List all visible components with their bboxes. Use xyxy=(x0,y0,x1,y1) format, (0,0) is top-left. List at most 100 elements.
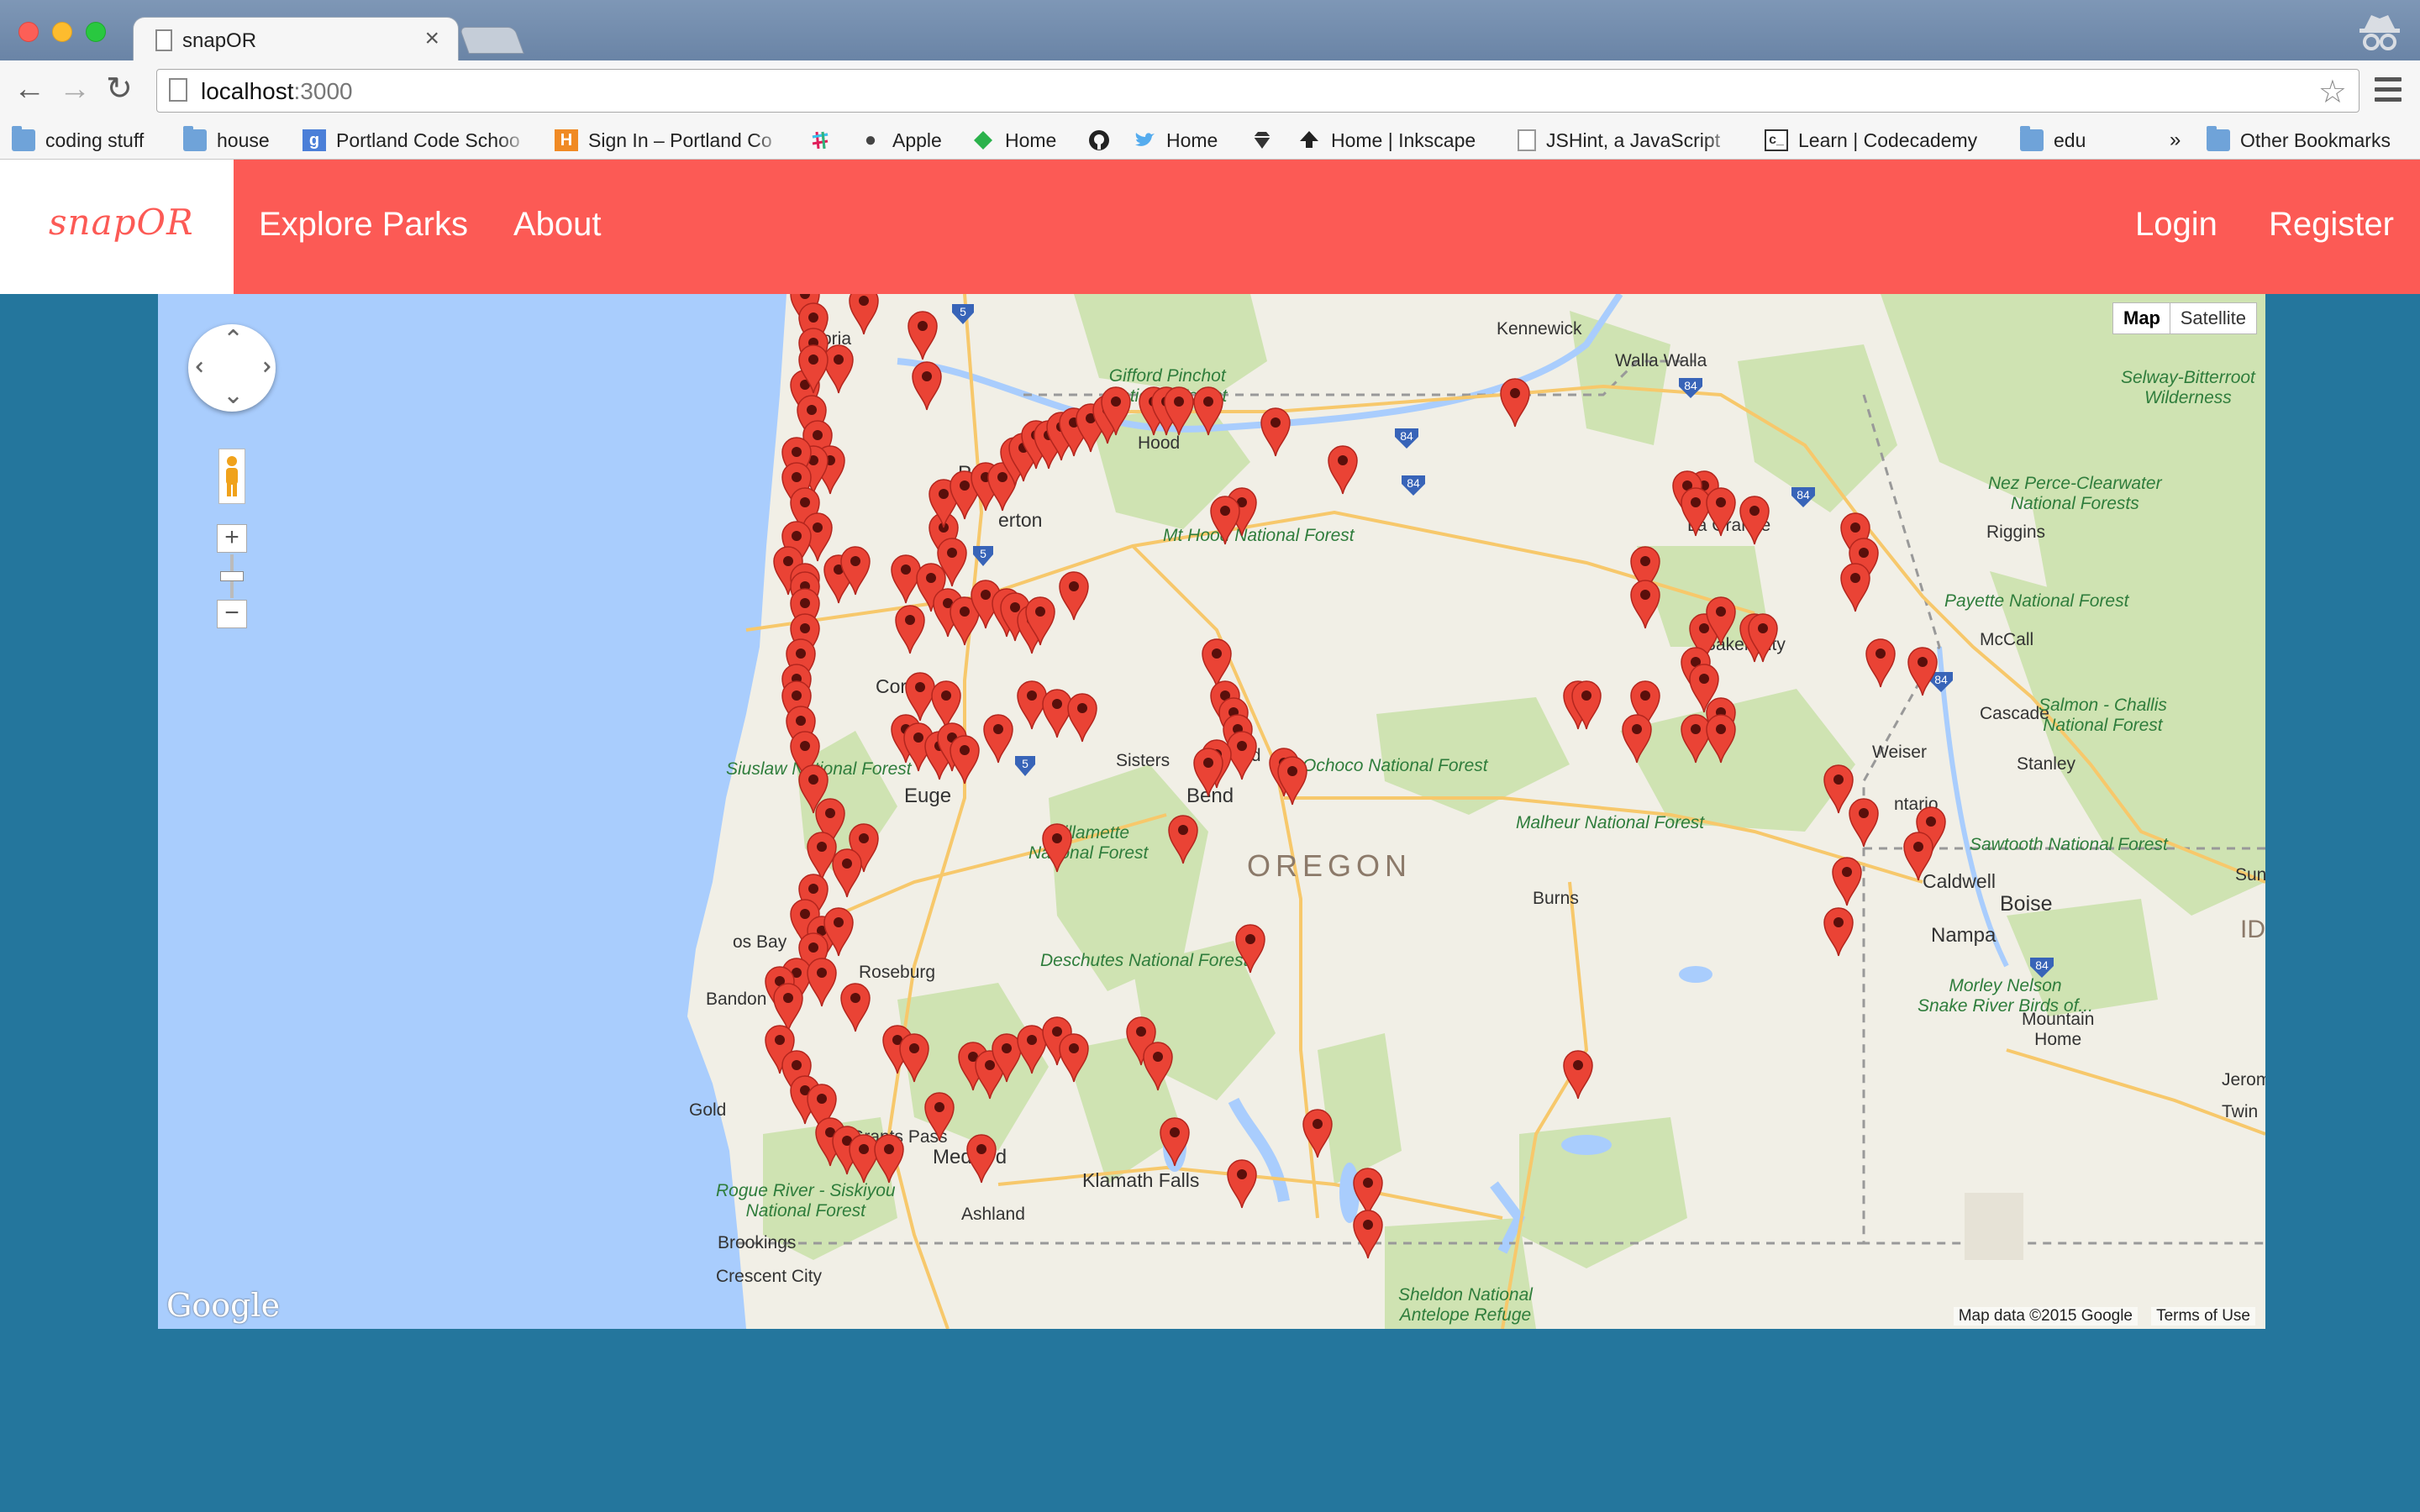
parks-map[interactable]: 5 84 84 84 5 5 84 84 84 Kennewick Walla … xyxy=(158,294,2265,1329)
bookmark-slack[interactable] xyxy=(808,126,837,155)
park-marker[interactable] xyxy=(1065,690,1100,743)
nav-explore-parks[interactable]: Explore Parks xyxy=(259,203,468,245)
park-marker[interactable] xyxy=(1165,811,1201,865)
new-tab-button[interactable] xyxy=(459,27,524,54)
park-marker[interactable] xyxy=(829,845,865,899)
browser-tab-active[interactable]: snapOR × xyxy=(133,17,459,62)
park-marker[interactable] xyxy=(1275,753,1310,806)
window-close-button[interactable] xyxy=(18,22,39,42)
pan-right-icon[interactable]: ⌃ xyxy=(246,356,274,377)
park-marker[interactable] xyxy=(1737,492,1772,546)
park-marker[interactable] xyxy=(1838,559,1873,613)
park-marker[interactable] xyxy=(1829,853,1865,907)
bookmark-coding-stuff[interactable]: coding stuff xyxy=(12,126,163,155)
park-marker[interactable] xyxy=(1023,593,1058,647)
park-marker[interactable] xyxy=(1056,568,1092,622)
park-marker[interactable] xyxy=(1191,744,1226,798)
street-view-pegman-icon[interactable] xyxy=(218,449,245,504)
zoom-out-button[interactable]: − xyxy=(217,600,247,628)
pan-left-icon[interactable]: ⌃ xyxy=(193,356,221,377)
map-type-satellite-button[interactable]: Satellite xyxy=(2169,302,2257,334)
park-marker[interactable] xyxy=(1258,404,1293,458)
park-marker[interactable] xyxy=(1628,576,1663,630)
park-marker[interactable] xyxy=(981,711,1016,764)
bookmark-jshint[interactable]: JSHint, a JavaScript xyxy=(1518,126,1738,155)
park-marker[interactable] xyxy=(1846,795,1881,848)
bookmark-portland-code-school[interactable]: g Portland Code Schoo xyxy=(302,126,531,155)
map-terms-link[interactable]: Terms of Use xyxy=(2151,1307,2255,1326)
brand-logo[interactable]: snapOR xyxy=(0,160,234,294)
park-marker[interactable] xyxy=(1686,660,1722,714)
park-marker[interactable] xyxy=(1039,820,1075,874)
park-marker[interactable] xyxy=(1350,1206,1386,1260)
park-marker[interactable] xyxy=(838,979,873,1033)
window-maximize-button[interactable] xyxy=(86,22,106,42)
back-arrow-icon[interactable]: ← xyxy=(13,72,45,106)
park-marker[interactable] xyxy=(804,954,839,1008)
bookmark-edu[interactable]: edu xyxy=(2020,126,2104,155)
park-marker[interactable] xyxy=(1140,1038,1176,1092)
park-marker[interactable] xyxy=(892,601,928,655)
forward-arrow-icon[interactable]: → xyxy=(59,72,91,106)
nav-about[interactable]: About xyxy=(513,203,602,245)
park-marker[interactable] xyxy=(1821,904,1856,958)
address-url[interactable]: localhost:3000 xyxy=(201,78,353,105)
bookmark-github[interactable] xyxy=(1087,126,1116,155)
park-marker[interactable] xyxy=(1207,492,1243,546)
reload-icon[interactable]: ↻ xyxy=(106,72,133,106)
park-marker[interactable] xyxy=(871,1131,907,1184)
bookmark-apple[interactable]: ● Apple xyxy=(859,126,951,155)
park-marker[interactable] xyxy=(1863,635,1898,689)
park-marker[interactable] xyxy=(922,1089,957,1142)
park-marker[interactable] xyxy=(1905,643,1940,697)
bookmarks-overflow-chevron[interactable]: » xyxy=(2170,126,2190,155)
pan-up-icon[interactable]: ⌃ xyxy=(223,328,244,353)
park-marker[interactable] xyxy=(1619,711,1655,764)
park-marker[interactable] xyxy=(947,732,982,785)
window-minimize-button[interactable] xyxy=(52,22,72,42)
bookmark-twitter-home[interactable]: Home xyxy=(1133,126,1234,155)
park-marker[interactable] xyxy=(1098,383,1134,437)
park-marker[interactable] xyxy=(1560,1047,1596,1100)
park-marker[interactable] xyxy=(1901,828,1936,882)
park-marker[interactable] xyxy=(1745,610,1781,664)
bookmark-sign-in-portland[interactable]: H Sign In – Portland Co xyxy=(555,126,786,155)
park-marker[interactable] xyxy=(1703,711,1739,764)
park-marker[interactable] xyxy=(796,341,831,395)
park-marker[interactable] xyxy=(1056,1030,1092,1084)
pan-control[interactable]: ⌃ ⌃ ⌃ ⌃ xyxy=(188,324,276,412)
nav-login[interactable]: Login xyxy=(2135,203,2217,245)
park-marker[interactable] xyxy=(964,1131,999,1184)
park-marker[interactable] xyxy=(897,1030,932,1084)
bookmark-star-icon[interactable]: ☆ xyxy=(2318,73,2347,111)
park-marker[interactable] xyxy=(1703,484,1739,538)
other-bookmarks[interactable]: Other Bookmarks xyxy=(2207,126,2417,155)
zoom-in-button[interactable]: + xyxy=(217,524,247,553)
address-bar[interactable]: localhost:3000 ☆ xyxy=(156,69,2360,113)
park-marker[interactable] xyxy=(1703,593,1739,647)
park-marker[interactable] xyxy=(1497,375,1533,428)
park-marker[interactable] xyxy=(909,358,944,412)
pan-down-icon[interactable]: ⌃ xyxy=(223,379,244,407)
bookmark-inkscape[interactable]: Home | Inkscape xyxy=(1297,126,1492,155)
park-marker[interactable] xyxy=(905,307,940,361)
park-marker[interactable] xyxy=(1191,383,1226,437)
park-marker[interactable] xyxy=(1224,1156,1260,1210)
park-marker[interactable] xyxy=(1300,1105,1335,1159)
bookmark-house[interactable]: house xyxy=(183,126,284,155)
park-marker[interactable] xyxy=(1157,1114,1192,1168)
park-marker[interactable] xyxy=(1569,677,1604,731)
browser-menu-icon[interactable] xyxy=(2375,77,2402,102)
tab-close-icon[interactable]: × xyxy=(424,26,439,51)
park-marker[interactable] xyxy=(1233,921,1268,974)
park-marker[interactable] xyxy=(846,294,881,336)
park-marker[interactable] xyxy=(1325,442,1360,496)
bookmark-feedly-home[interactable]: Home xyxy=(971,126,1064,155)
bookmark-codecademy[interactable]: c_ Learn | Codecademy xyxy=(1765,126,2000,155)
google-logo[interactable]: Google xyxy=(166,1287,280,1324)
map-type-map-button[interactable]: Map xyxy=(2112,302,2171,334)
bookmark-diamond[interactable] xyxy=(1250,126,1279,155)
park-marker[interactable] xyxy=(838,543,873,596)
zoom-slider-handle[interactable] xyxy=(220,571,244,581)
nav-register[interactable]: Register xyxy=(2269,203,2394,245)
